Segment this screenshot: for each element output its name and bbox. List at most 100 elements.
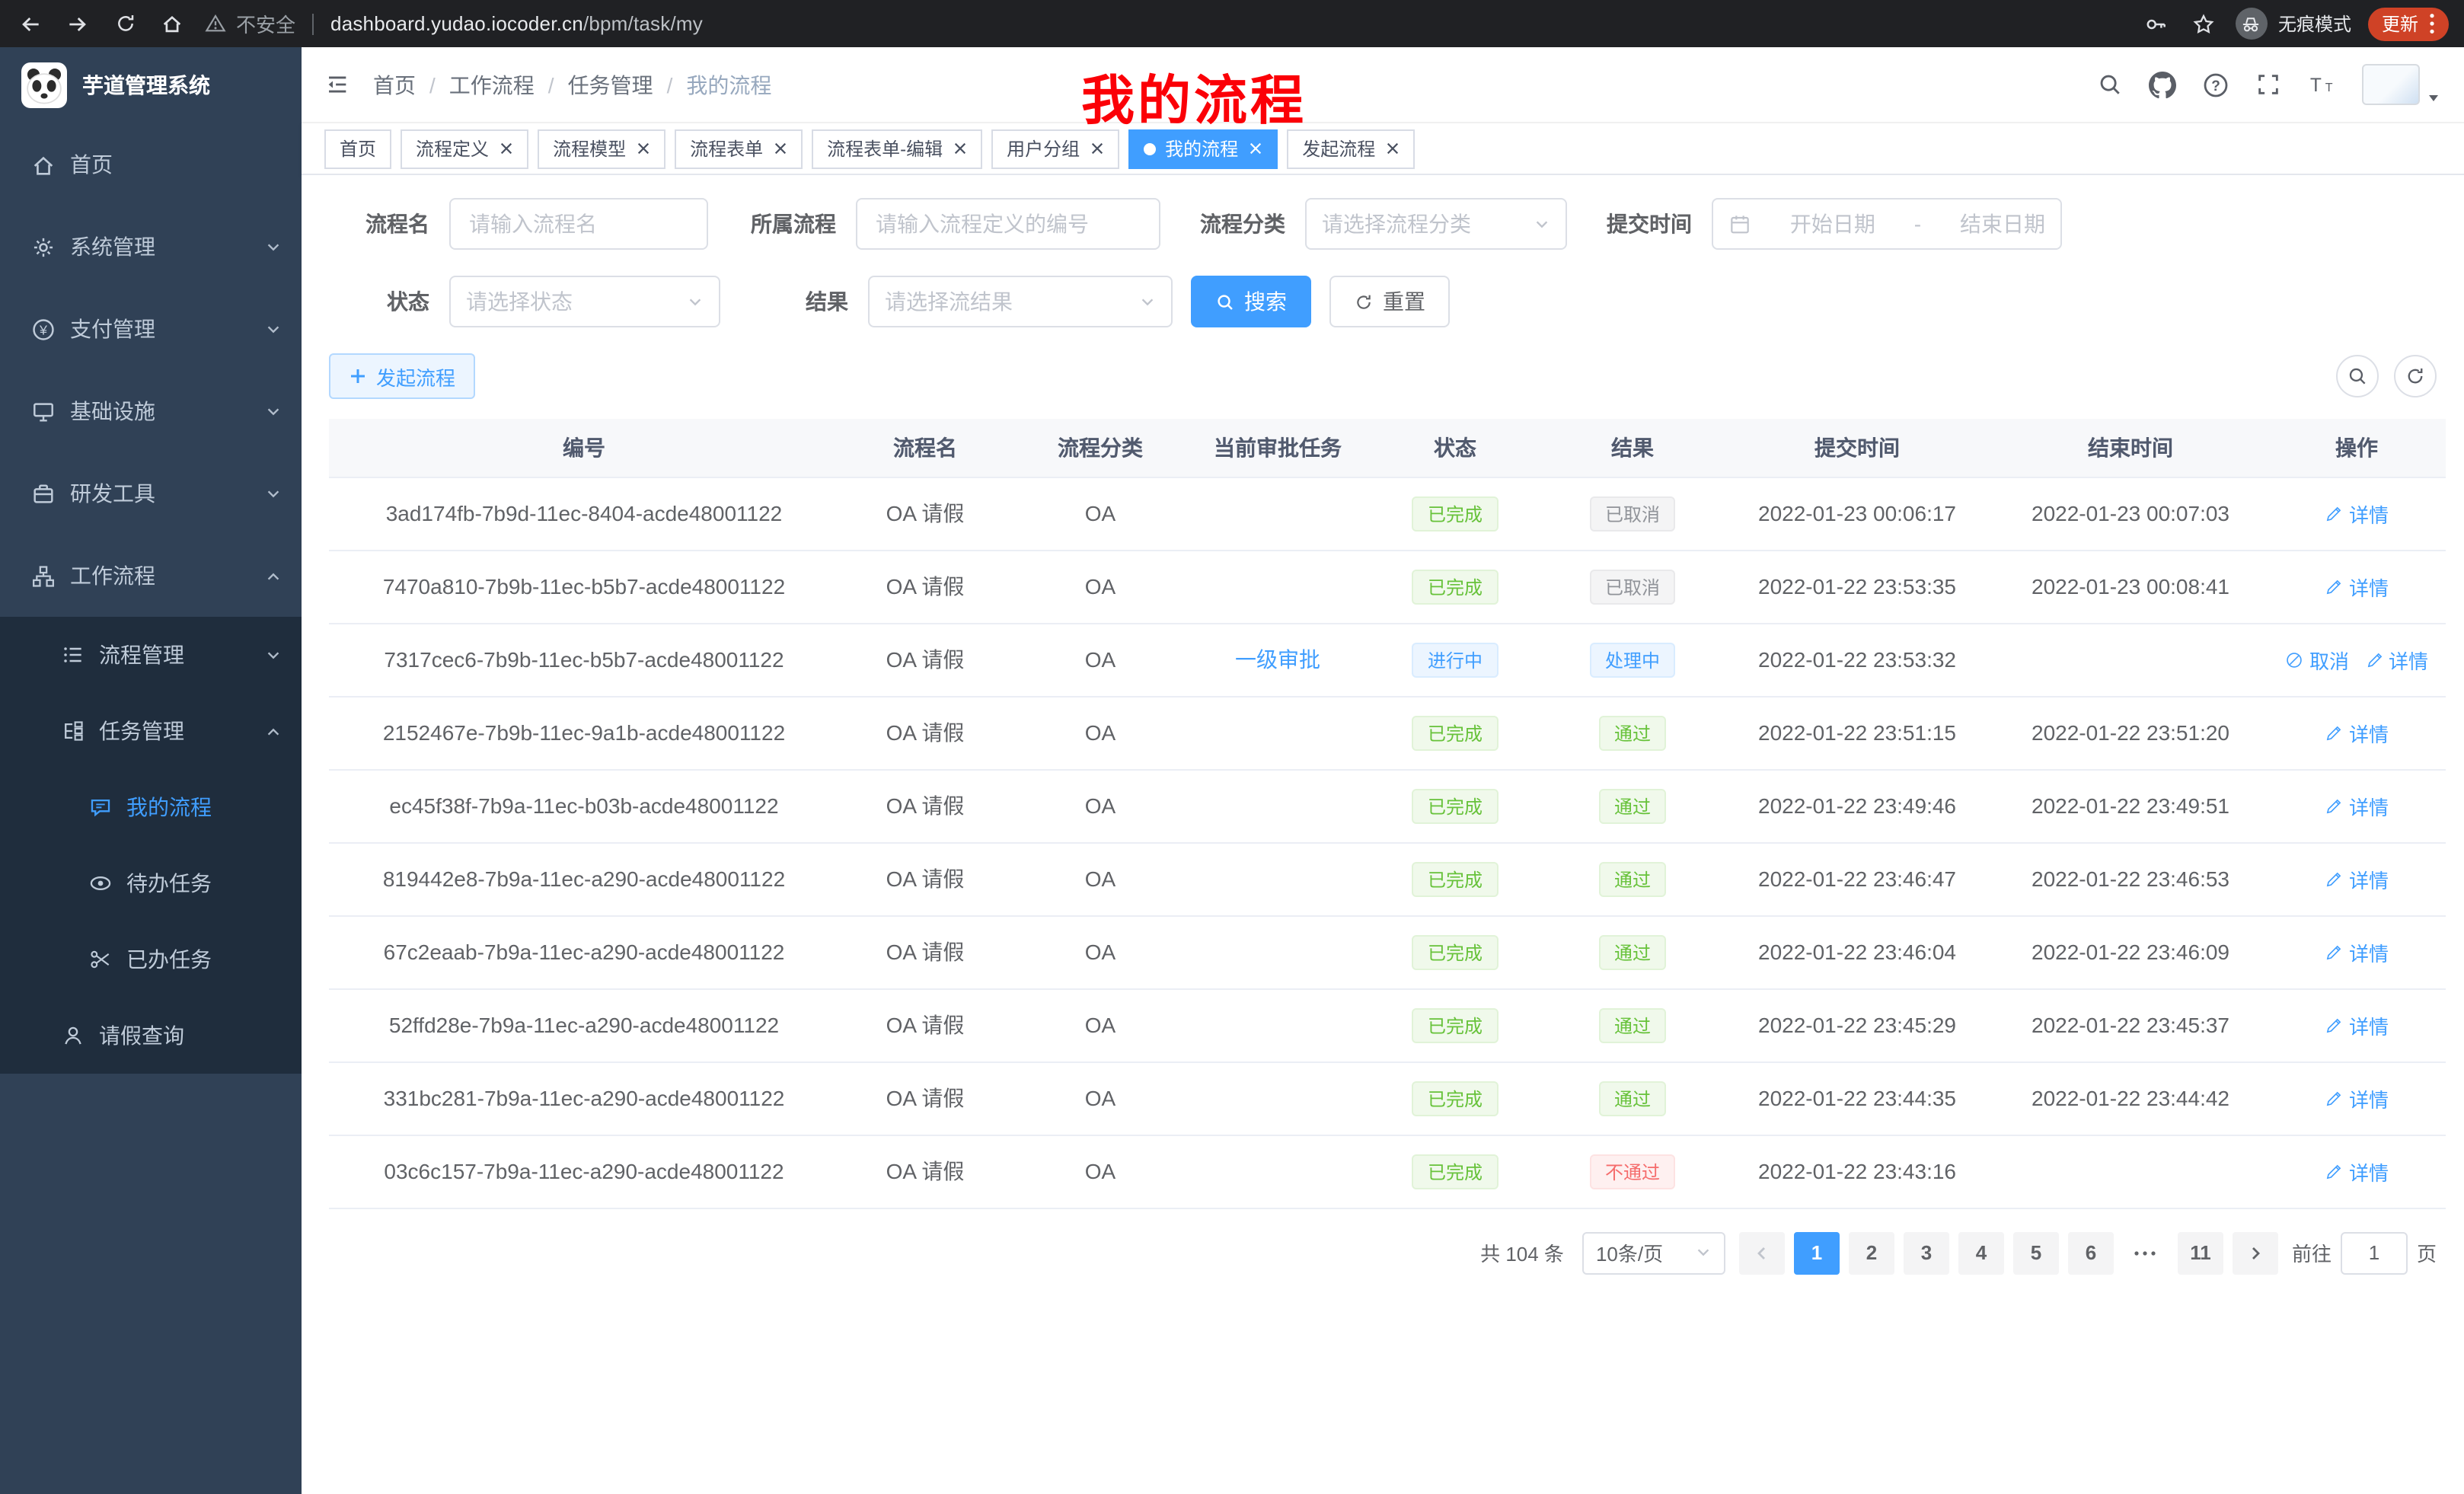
- sidebar-fold-icon[interactable]: [324, 72, 350, 97]
- fullscreen-icon[interactable]: [2255, 72, 2281, 97]
- chevron-down-icon: [1534, 215, 1550, 232]
- tab-item[interactable]: 首页: [324, 129, 391, 168]
- status-tag: 已完成: [1412, 496, 1498, 531]
- sidebar-item[interactable]: 我的流程: [0, 769, 302, 845]
- home-icon[interactable]: [157, 8, 187, 39]
- app-logo[interactable]: 芋道管理系统: [0, 47, 302, 123]
- caret-down-icon[interactable]: [2426, 90, 2441, 105]
- reset-button[interactable]: 重置: [1329, 276, 1450, 327]
- cell-submit-time: 2022-01-22 23:53:35: [1721, 550, 1993, 623]
- tab-item[interactable]: 用户分组: [991, 129, 1119, 168]
- close-icon[interactable]: [774, 142, 787, 155]
- cell-result: 不通过: [1544, 1135, 1721, 1208]
- process-def-input[interactable]: [856, 198, 1160, 250]
- page-button[interactable]: 4: [1958, 1231, 2004, 1274]
- cell-id: 67c2eaab-7b9a-11ec-a290-acde48001122: [329, 915, 839, 988]
- breadcrumb-item[interactable]: 首页: [373, 69, 416, 100]
- sidebar-item[interactable]: 系统管理: [0, 206, 302, 288]
- page-size-select[interactable]: 10条/页: [1582, 1231, 1725, 1274]
- url-bar[interactable]: dashboard.yudao.iocoder.cn/bpm/task/my: [330, 12, 703, 35]
- row-actions: 详情: [2325, 864, 2389, 893]
- font-size-icon[interactable]: TT: [2307, 72, 2336, 97]
- back-icon[interactable]: [15, 8, 46, 39]
- page-button[interactable]: 6: [2068, 1231, 2114, 1274]
- prev-page-button[interactable]: [1739, 1231, 1785, 1274]
- cell-submit-time: 2022-01-22 23:53:32: [1721, 623, 1993, 696]
- detail-link[interactable]: 详情: [2325, 718, 2389, 747]
- close-icon[interactable]: [1386, 142, 1400, 155]
- close-icon[interactable]: [953, 142, 967, 155]
- close-icon[interactable]: [500, 142, 513, 155]
- page-button[interactable]: 11: [2178, 1231, 2223, 1274]
- detail-link[interactable]: 详情: [2364, 645, 2428, 674]
- detail-link[interactable]: 详情: [2325, 864, 2389, 893]
- forward-icon[interactable]: [62, 8, 93, 39]
- cancel-link[interactable]: 取消: [2285, 645, 2349, 674]
- more-pages-icon[interactable]: [2123, 1231, 2169, 1274]
- sidebar-item[interactable]: 工作流程: [0, 535, 302, 617]
- kebab-menu-icon[interactable]: [2429, 12, 2435, 35]
- tab-active[interactable]: 我的流程: [1128, 129, 1278, 168]
- breadcrumb-item[interactable]: 工作流程: [449, 69, 535, 100]
- approve-task-link[interactable]: 一级审批: [1235, 647, 1320, 672]
- reset-button-label: 重置: [1383, 286, 1425, 317]
- help-icon[interactable]: ?: [2202, 71, 2229, 98]
- sidebar-item[interactable]: 研发工具: [0, 452, 302, 535]
- detail-link[interactable]: 详情: [2325, 1084, 2389, 1113]
- cell-text: 2022-01-22 23:43:16: [1758, 1159, 1956, 1183]
- page-button[interactable]: 1: [1794, 1231, 1840, 1274]
- site-security[interactable]: 不安全: [204, 9, 295, 38]
- goto-input[interactable]: [2341, 1231, 2408, 1274]
- detail-link[interactable]: 详情: [2325, 499, 2389, 528]
- tab-item[interactable]: 流程模型: [538, 129, 665, 168]
- search-button[interactable]: 搜索: [1191, 276, 1311, 327]
- end-date-placeholder: 结束日期: [1960, 209, 2045, 239]
- tab-item[interactable]: 发起流程: [1287, 129, 1415, 168]
- close-icon[interactable]: [1249, 142, 1262, 155]
- submit-time-range[interactable]: 开始日期 - 结束日期: [1712, 198, 2062, 250]
- bookmark-star-icon[interactable]: [2188, 8, 2219, 39]
- result-select[interactable]: 请选择流结果: [868, 276, 1173, 327]
- avatar[interactable]: [2362, 64, 2420, 105]
- detail-link[interactable]: 详情: [2325, 937, 2389, 966]
- toggle-search-button[interactable]: [2336, 355, 2379, 397]
- page-button[interactable]: 2: [1849, 1231, 1894, 1274]
- panda-logo-icon: [21, 62, 67, 108]
- tab-item[interactable]: 流程定义: [401, 129, 528, 168]
- update-button[interactable]: 更新: [2368, 7, 2449, 40]
- status-select[interactable]: 请选择状态: [449, 276, 720, 327]
- page-button[interactable]: 3: [1904, 1231, 1949, 1274]
- user-menu[interactable]: [2362, 64, 2441, 105]
- cell-status: 已完成: [1366, 988, 1544, 1061]
- sidebar-item[interactable]: 任务管理: [0, 693, 302, 769]
- detail-link[interactable]: 详情: [2325, 1010, 2389, 1039]
- cell-text: 331bc281-7b9a-11ec-a290-acde48001122: [384, 1086, 785, 1110]
- detail-link[interactable]: 详情: [2325, 1157, 2389, 1186]
- page-button[interactable]: 5: [2013, 1231, 2059, 1274]
- refresh-table-button[interactable]: [2394, 355, 2437, 397]
- breadcrumb-item[interactable]: 任务管理: [568, 69, 653, 100]
- sidebar-item[interactable]: ¥支付管理: [0, 288, 302, 370]
- sidebar-item[interactable]: 流程管理: [0, 617, 302, 693]
- close-icon[interactable]: [637, 142, 650, 155]
- detail-link[interactable]: 详情: [2325, 572, 2389, 601]
- detail-link[interactable]: 详情: [2325, 791, 2389, 820]
- key-icon[interactable]: [2141, 8, 2172, 39]
- create-process-button[interactable]: 发起流程: [329, 353, 475, 399]
- close-icon[interactable]: [1090, 142, 1104, 155]
- next-page-button[interactable]: [2233, 1231, 2278, 1274]
- reload-icon[interactable]: [110, 8, 140, 39]
- breadcrumb-item[interactable]: 我的流程: [686, 69, 771, 100]
- sidebar-item[interactable]: 已办任务: [0, 921, 302, 998]
- sidebar-item[interactable]: 请假查询: [0, 998, 302, 1074]
- tab-item[interactable]: 流程表单: [675, 129, 803, 168]
- github-icon[interactable]: [2149, 71, 2176, 98]
- category-select[interactable]: 请选择流程分类: [1305, 198, 1567, 250]
- sidebar-item[interactable]: 基础设施: [0, 370, 302, 452]
- process-name-input[interactable]: [449, 198, 708, 250]
- search-icon[interactable]: [2097, 72, 2123, 97]
- sidebar-item[interactable]: 首页: [0, 123, 302, 206]
- sidebar-item-label: 支付管理: [70, 314, 155, 344]
- sidebar-item[interactable]: 待办任务: [0, 845, 302, 921]
- tab-item[interactable]: 流程表单-编辑: [812, 129, 982, 168]
